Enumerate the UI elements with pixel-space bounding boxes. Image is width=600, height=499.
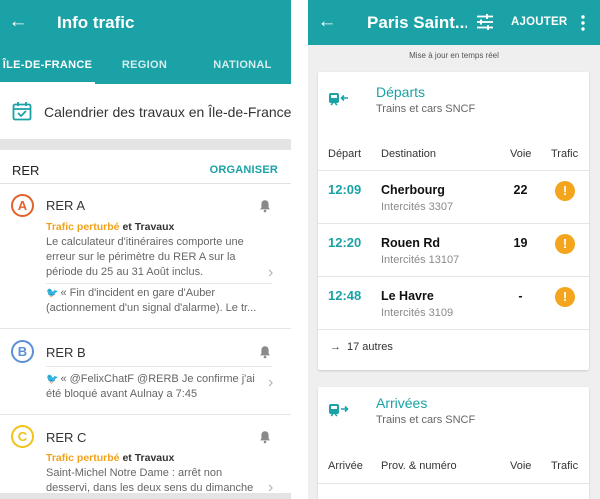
departure-destination: Le Havre: [381, 289, 434, 303]
info-trafic-screen: ← Info trafic ÎLE-DE-FRANCE REGION NATIO…: [0, 0, 291, 499]
tweet-text: 🐦 « Fin d'incident en gare d'Auber (actio…: [46, 287, 257, 314]
platform: 22: [513, 183, 528, 197]
station-screen: ← Paris Saint... AJOUTER Mise à jour en …: [308, 0, 600, 499]
column-header: Voie: [510, 460, 532, 472]
column-header: Trafic: [551, 460, 579, 472]
add-button[interactable]: AJOUTER: [511, 16, 567, 28]
back-arrow-icon[interactable]: ←: [7, 9, 29, 35]
departures-card: Départs Trains et cars SNCF Départ Desti…: [318, 72, 589, 370]
card-subtitle: Trains et cars SNCF: [376, 414, 476, 426]
column-header: Trafic: [551, 148, 579, 160]
arrivals-card: Arrivées Trains et cars SNCF Arrivée Pro…: [318, 387, 589, 499]
chevron-right-icon: ›: [268, 374, 274, 391]
platform: -: [518, 289, 523, 303]
back-arrow-icon[interactable]: ←: [316, 9, 338, 35]
tab-ile-de-france[interactable]: ÎLE-DE-FRANCE: [0, 45, 95, 84]
warning-icon[interactable]: !: [555, 181, 575, 201]
departure-row[interactable]: 12:09 Cherbourg Intercités 3307 22 !: [318, 171, 589, 223]
bell-icon[interactable]: [258, 199, 272, 213]
column-header: Destination: [381, 148, 437, 160]
line-name: RER C: [46, 430, 87, 445]
disruption-message: Saint-Michel Notre Dame : arrêt non dess…: [46, 467, 254, 494]
item-divider: [46, 366, 272, 367]
tab-region[interactable]: REGION: [97, 45, 192, 84]
tab-national[interactable]: NATIONAL: [194, 45, 291, 84]
rer-section-header: RER ORGANISER: [0, 150, 291, 184]
rer-line-item[interactable]: C RER C Trafic perturbé et Travaux Saint…: [0, 415, 291, 496]
column-header: Voie: [510, 148, 532, 160]
section-divider: [0, 139, 291, 150]
bottom-strip: [0, 493, 291, 499]
row-divider: [318, 483, 589, 484]
line-name: RER B: [46, 345, 86, 360]
traffic-status: Trafic perturbé et Travaux: [46, 221, 175, 233]
travaux-calendar-row[interactable]: Calendrier des travaux en Île-de-France: [0, 84, 291, 139]
app-bar: ← Paris Saint... AJOUTER: [308, 0, 600, 45]
departure-time: 12:09: [328, 182, 362, 197]
card-subtitle: Trains et cars SNCF: [376, 103, 476, 115]
card-title: Arrivées: [376, 395, 428, 411]
departure-destination: Rouen Rd: [381, 236, 441, 250]
more-vert-icon[interactable]: [580, 14, 586, 32]
app-bar: ← Info trafic: [0, 0, 291, 45]
departure-destination: Cherbourg: [381, 183, 445, 197]
arrow-right-icon: →: [330, 341, 341, 353]
station-title: Paris Saint...: [367, 13, 467, 32]
platform: 19: [513, 236, 528, 250]
departure-time: 12:48: [328, 288, 362, 303]
region-tabs: ÎLE-DE-FRANCE REGION NATIONAL: [0, 45, 291, 84]
train-departure-icon: [329, 93, 348, 106]
line-name: RER A: [46, 198, 86, 213]
more-departures-link[interactable]: → 17 autres: [330, 341, 393, 353]
row-divider: [318, 329, 589, 330]
warning-icon[interactable]: !: [555, 234, 575, 254]
column-header: Arrivée: [328, 460, 363, 472]
disruption-message: Le calculateur d'itinéraires comporte un…: [46, 236, 244, 278]
twitter-icon: 🐦: [46, 288, 59, 299]
train-number: Intercités 13107: [381, 254, 460, 266]
rer-line-item[interactable]: A RER A Trafic perturbé et Travaux Le ca…: [0, 184, 291, 329]
page-title: Info trafic: [57, 13, 135, 32]
column-header: Départ: [328, 148, 362, 160]
twitter-icon: 🐦: [46, 374, 59, 385]
card-title: Départs: [376, 84, 426, 100]
rer-c-badge: C: [11, 425, 34, 448]
warning-icon[interactable]: !: [555, 287, 575, 307]
train-arrival-icon: [329, 404, 349, 417]
item-divider: [46, 283, 272, 284]
section-title: RER: [12, 163, 40, 178]
realtime-update-label: Mise à jour en temps réel: [409, 51, 499, 60]
rer-b-badge: B: [11, 340, 34, 363]
rer-line-item[interactable]: B RER B 🐦 « @FelixChatF @RERB Je confirme…: [0, 329, 291, 415]
column-header: Prov. & numéro: [381, 460, 457, 472]
departure-row[interactable]: 12:20 Rouen Rd Intercités 13107 19 !: [318, 224, 589, 276]
organiser-button[interactable]: ORGANISER: [210, 164, 278, 176]
train-number: Intercités 3307: [381, 201, 454, 213]
bell-icon[interactable]: [258, 430, 272, 444]
tweet-text: 🐦 « @FelixChatF @RERB Je confirme j'ai ét…: [46, 373, 255, 400]
calendar-icon: [12, 102, 32, 121]
calendar-label: Calendrier des travaux en Île-de-France: [44, 104, 291, 120]
departure-row[interactable]: 12:48 Le Havre Intercités 3109 - !: [318, 277, 589, 329]
traffic-status: Trafic perturbé et Travaux: [46, 452, 175, 464]
rer-a-badge: A: [11, 194, 34, 217]
train-number: Intercités 3109: [381, 307, 454, 319]
filter-sliders-icon[interactable]: [476, 13, 494, 31]
departure-time: 12:20: [328, 235, 362, 250]
chevron-right-icon: ›: [268, 264, 274, 281]
bell-icon[interactable]: [258, 345, 272, 359]
